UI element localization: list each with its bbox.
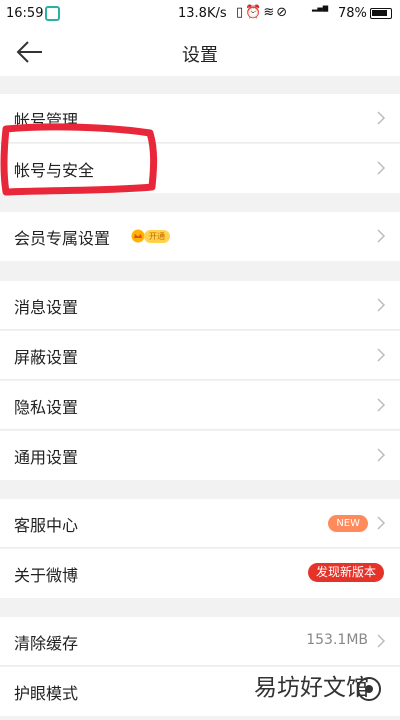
- chevron-right-icon: [377, 229, 386, 243]
- item-label: 帐号与安全: [14, 161, 95, 180]
- item-label: 客服中心: [14, 516, 79, 535]
- watermark-logo-icon: [357, 677, 381, 701]
- chevron-right-icon: [377, 634, 386, 648]
- chevron-right-icon: [377, 398, 386, 412]
- block-settings-item[interactable]: 屏蔽设置: [0, 331, 400, 380]
- vip-badge: 开通: [130, 228, 170, 244]
- account-management-item[interactable]: 帐号管理: [0, 94, 400, 143]
- alarm-icon: ⏰: [245, 5, 264, 20]
- clear-cache-item[interactable]: 清除缓存 153.1MB: [0, 617, 400, 666]
- account-security-item[interactable]: 帐号与安全: [0, 144, 400, 193]
- chevron-right-icon: [377, 448, 386, 462]
- item-label: 关于微博: [14, 566, 79, 585]
- new-badge: NEW: [328, 515, 368, 532]
- vip-settings-item[interactable]: 会员专属设置 开通: [0, 212, 400, 261]
- message-settings-item[interactable]: 消息设置: [0, 281, 400, 330]
- battery-percentage: 78%: [338, 6, 367, 21]
- item-label: 屏蔽设置: [14, 348, 79, 367]
- signal-icon: ▂▄▆: [312, 4, 329, 12]
- status-bar: 16:59 13.8K/s ▯⏰≋⊘ ▂▄▆ 78%: [0, 0, 400, 28]
- item-label: 清除缓存: [14, 634, 79, 653]
- cache-size-value: 153.1MB: [306, 632, 368, 648]
- item-label: 护眼模式: [14, 684, 79, 703]
- item-label: 会员专属设置: [14, 229, 111, 248]
- wifi-icon: ≋: [263, 5, 277, 20]
- status-time: 16:59: [6, 6, 44, 21]
- new-version-badge: 发现新版本: [307, 563, 384, 582]
- chevron-right-icon: [377, 298, 386, 312]
- customer-service-item[interactable]: 客服中心 NEW: [0, 499, 400, 548]
- battery-icon: [370, 8, 392, 19]
- chevron-right-icon: [377, 111, 386, 125]
- chevron-right-icon: [377, 161, 386, 175]
- item-label: 消息设置: [14, 298, 79, 317]
- item-label: 隐私设置: [14, 398, 79, 417]
- item-label: 通用设置: [14, 448, 79, 467]
- general-settings-item[interactable]: 通用设置: [0, 431, 400, 480]
- vibrate-icon: ▯: [236, 5, 246, 20]
- navigation-bar: 设置: [0, 28, 400, 76]
- privacy-settings-item[interactable]: 隐私设置: [0, 381, 400, 430]
- chevron-right-icon: [377, 516, 386, 530]
- vip-open-tag: 开通: [144, 229, 170, 243]
- page-title: 设置: [182, 45, 218, 66]
- about-weibo-item[interactable]: 关于微博 发现新版本: [0, 549, 400, 598]
- do-not-disturb-icon: ⊘: [276, 5, 290, 20]
- chevron-right-icon: [377, 348, 386, 362]
- app-notification-icon: [45, 6, 60, 21]
- status-icons-group: ▯⏰≋⊘: [236, 5, 289, 20]
- network-speed: 13.8K/s: [178, 6, 227, 21]
- item-label: 帐号管理: [14, 111, 79, 130]
